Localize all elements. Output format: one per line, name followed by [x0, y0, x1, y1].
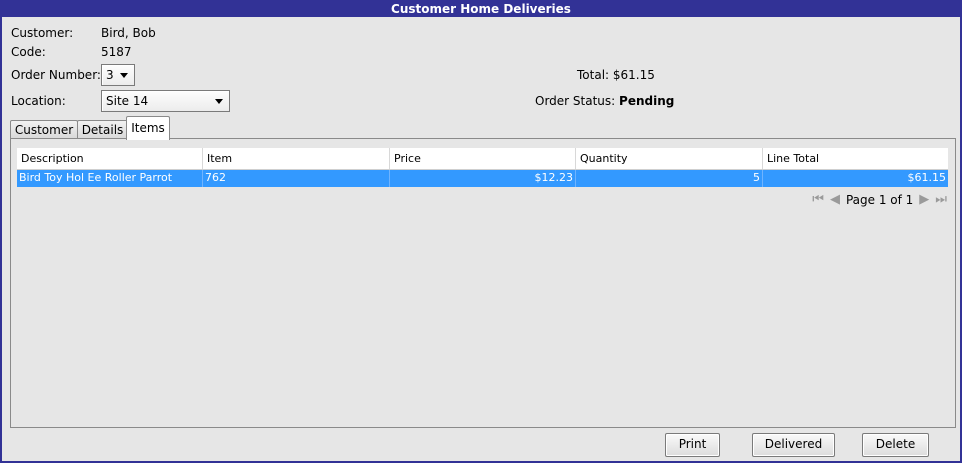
- chevron-down-icon: [120, 72, 128, 78]
- print-button[interactable]: Print: [665, 433, 720, 457]
- cell-quantity: 5: [576, 170, 763, 187]
- next-page-icon[interactable]: ▶: [919, 192, 929, 207]
- order-number-select[interactable]: 3: [101, 64, 135, 86]
- delete-button[interactable]: Delete: [862, 433, 929, 457]
- customer-value: Bird, Bob: [101, 26, 156, 40]
- first-page-icon[interactable]: ⏮: [812, 192, 824, 207]
- tab-items[interactable]: Items: [126, 116, 170, 140]
- tab-customer[interactable]: Customer: [10, 120, 78, 140]
- total-field: Total: $61.15: [577, 68, 655, 82]
- cell-description: Bird Toy Hol Ee Roller Parrot: [17, 170, 203, 187]
- cell-price: $12.23: [390, 170, 576, 187]
- code-label: Code:: [11, 45, 46, 59]
- tab-details[interactable]: Details: [77, 120, 128, 140]
- location-label: Location:: [11, 94, 66, 108]
- column-header-description[interactable]: Description: [17, 148, 203, 169]
- total-value: $61.15: [612, 68, 655, 82]
- location-value: Site 14: [106, 94, 149, 108]
- order-status: Order Status: Pending: [535, 94, 674, 108]
- cell-item: 762: [203, 170, 390, 187]
- order-number-label: Order Number:: [11, 68, 101, 82]
- previous-page-icon[interactable]: ◀: [830, 192, 840, 207]
- page-indicator: Page 1 of 1: [845, 192, 914, 207]
- total-label: Total:: [577, 68, 610, 82]
- window-title: Customer Home Deliveries: [2, 2, 960, 17]
- main-window: Customer Home Deliveries Customer: Bird,…: [0, 0, 962, 463]
- chevron-down-icon: [215, 98, 223, 104]
- code-value: 5187: [101, 45, 132, 59]
- pager: ⏮ ◀ Page 1 of 1 ▶ ⏭: [812, 192, 947, 207]
- cell-line-total: $61.15: [907, 171, 947, 184]
- order-status-label: Order Status:: [535, 94, 616, 108]
- customer-label: Customer:: [11, 26, 74, 40]
- table-header: Description Item Price Quantity Line Tot…: [17, 148, 948, 170]
- location-select[interactable]: Site 14: [101, 90, 230, 112]
- items-table: Description Item Price Quantity Line Tot…: [17, 148, 948, 187]
- column-header-line-total[interactable]: Line Total: [763, 148, 948, 169]
- column-header-item[interactable]: Item: [203, 148, 390, 169]
- items-panel: Description Item Price Quantity Line Tot…: [10, 138, 956, 428]
- order-status-value: Pending: [619, 94, 675, 108]
- delivered-button[interactable]: Delivered: [752, 433, 835, 457]
- order-number-value: 3: [106, 68, 114, 82]
- column-header-price[interactable]: Price: [390, 148, 576, 169]
- table-row[interactable]: Bird Toy Hol Ee Roller Parrot 762 $12.23…: [17, 170, 948, 187]
- column-header-quantity[interactable]: Quantity: [576, 148, 763, 169]
- last-page-icon[interactable]: ⏭: [935, 192, 947, 207]
